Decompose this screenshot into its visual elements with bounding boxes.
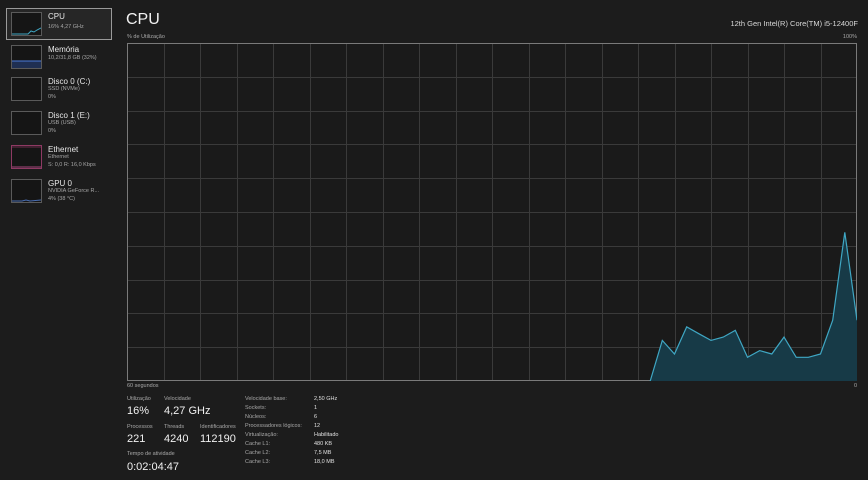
virtualization-label: Virtualização: (245, 432, 278, 438)
sidebar-item-detail: 4% (38 °C) (48, 196, 75, 202)
sidebar-item-detail: 10,2/31,8 GB (32%) (48, 55, 97, 61)
sidebar-item-memory[interactable]: Memória 10,2/31,8 GB (32%) (6, 41, 112, 73)
utilization-label: Utilização (127, 396, 151, 402)
processes-value: 221 (127, 433, 146, 445)
sidebar-item-detail: S: 0,0 R: 16,0 Kbps (48, 162, 96, 168)
page-title: CPU (126, 11, 160, 28)
threads-value: 4240 (164, 433, 189, 445)
sidebar-item-detail: SSD (NVMe) (48, 86, 80, 92)
logical-processors-label: Processadores lógicos: (245, 423, 302, 429)
handles-label: Identificadores (200, 424, 236, 430)
sidebar-item-detail: 16% 4,27 GHz (48, 24, 84, 30)
sidebar-item-label: Disco 0 (C:) (48, 77, 91, 86)
main-panel: CPU 12th Gen Intel(R) Core(TM) i5-12400F… (120, 0, 868, 480)
base-speed-value: 2,50 GHz (314, 396, 338, 402)
sockets-value: 1 (314, 405, 318, 411)
memory-thumbnail (11, 45, 42, 69)
sidebar: CPU 16% 4,27 GHz Memória 10,2/31,8 GB (3… (0, 0, 120, 480)
sockets-label: Sockets: (245, 405, 267, 411)
processes-label: Processos (127, 424, 153, 430)
sidebar-item-detail: 0% (48, 94, 56, 100)
cache-l1-label: Cache L1: (245, 441, 271, 447)
virtualization-value: Habilitado (314, 432, 339, 438)
cache-l3-label: Cache L3: (245, 459, 271, 465)
base-speed-label: Velocidade base: (245, 396, 287, 402)
cores-label: Núcleos: (245, 414, 267, 420)
sidebar-item-gpu[interactable]: GPU 0 NVIDIA GeForce R... 4% (38 °C) (6, 175, 112, 207)
y-axis-max: 100% (842, 34, 857, 40)
sidebar-item-label: CPU (48, 12, 65, 21)
sidebar-item-detail: Ethernet (48, 154, 69, 160)
cache-l2-label: Cache L2: (245, 450, 271, 456)
cpu-thumbnail (11, 12, 42, 36)
sidebar-item-label: Ethernet (48, 145, 79, 154)
sidebar-item-label: GPU 0 (48, 179, 73, 188)
utilization-value: 16% (127, 405, 150, 417)
x-axis-left-label: 60 segundos (127, 383, 159, 389)
threads-label: Threads (164, 424, 185, 430)
uptime-value: 0:02:04:47 (127, 461, 179, 473)
sidebar-item-cpu[interactable]: CPU 16% 4,27 GHz (6, 8, 112, 40)
disk1-thumbnail (11, 111, 42, 135)
sidebar-item-detail: NVIDIA GeForce R... (48, 188, 100, 194)
sidebar-item-label: Memória (48, 45, 80, 54)
sidebar-item-label: Disco 1 (E:) (48, 111, 90, 120)
cache-l2-value: 7,5 MB (314, 450, 332, 456)
cores-value: 6 (314, 414, 318, 420)
cpu-utilization-graph (127, 43, 857, 381)
cpu-model: 12th Gen Intel(R) Core(TM) i5-12400F (730, 19, 858, 28)
cache-l3-value: 18,0 MB (314, 459, 335, 465)
sidebar-item-ethernet[interactable]: Ethernet Ethernet S: 0,0 R: 16,0 Kbps (6, 141, 112, 173)
disk0-thumbnail (11, 77, 42, 101)
cache-l1-value: 480 KB (314, 441, 333, 447)
gpu-thumbnail (11, 179, 42, 203)
sidebar-item-detail: 0% (48, 128, 56, 134)
sidebar-item-detail: USB (USB) (48, 120, 76, 126)
handles-value: 112190 (200, 433, 236, 445)
uptime-label: Tempo de atividade (127, 451, 175, 457)
sidebar-item-disk0[interactable]: Disco 0 (C:) SSD (NVMe) 0% (6, 73, 112, 105)
ethernet-thumbnail (11, 145, 42, 169)
speed-label: Velocidade (164, 396, 191, 402)
y-axis-label: % de Utilização (127, 34, 165, 40)
sidebar-item-disk1[interactable]: Disco 1 (E:) USB (USB) 0% (6, 107, 112, 139)
x-axis-right-label: 0 (853, 383, 857, 389)
speed-value: 4,27 GHz (164, 405, 211, 417)
logical-processors-value: 12 (314, 423, 321, 429)
